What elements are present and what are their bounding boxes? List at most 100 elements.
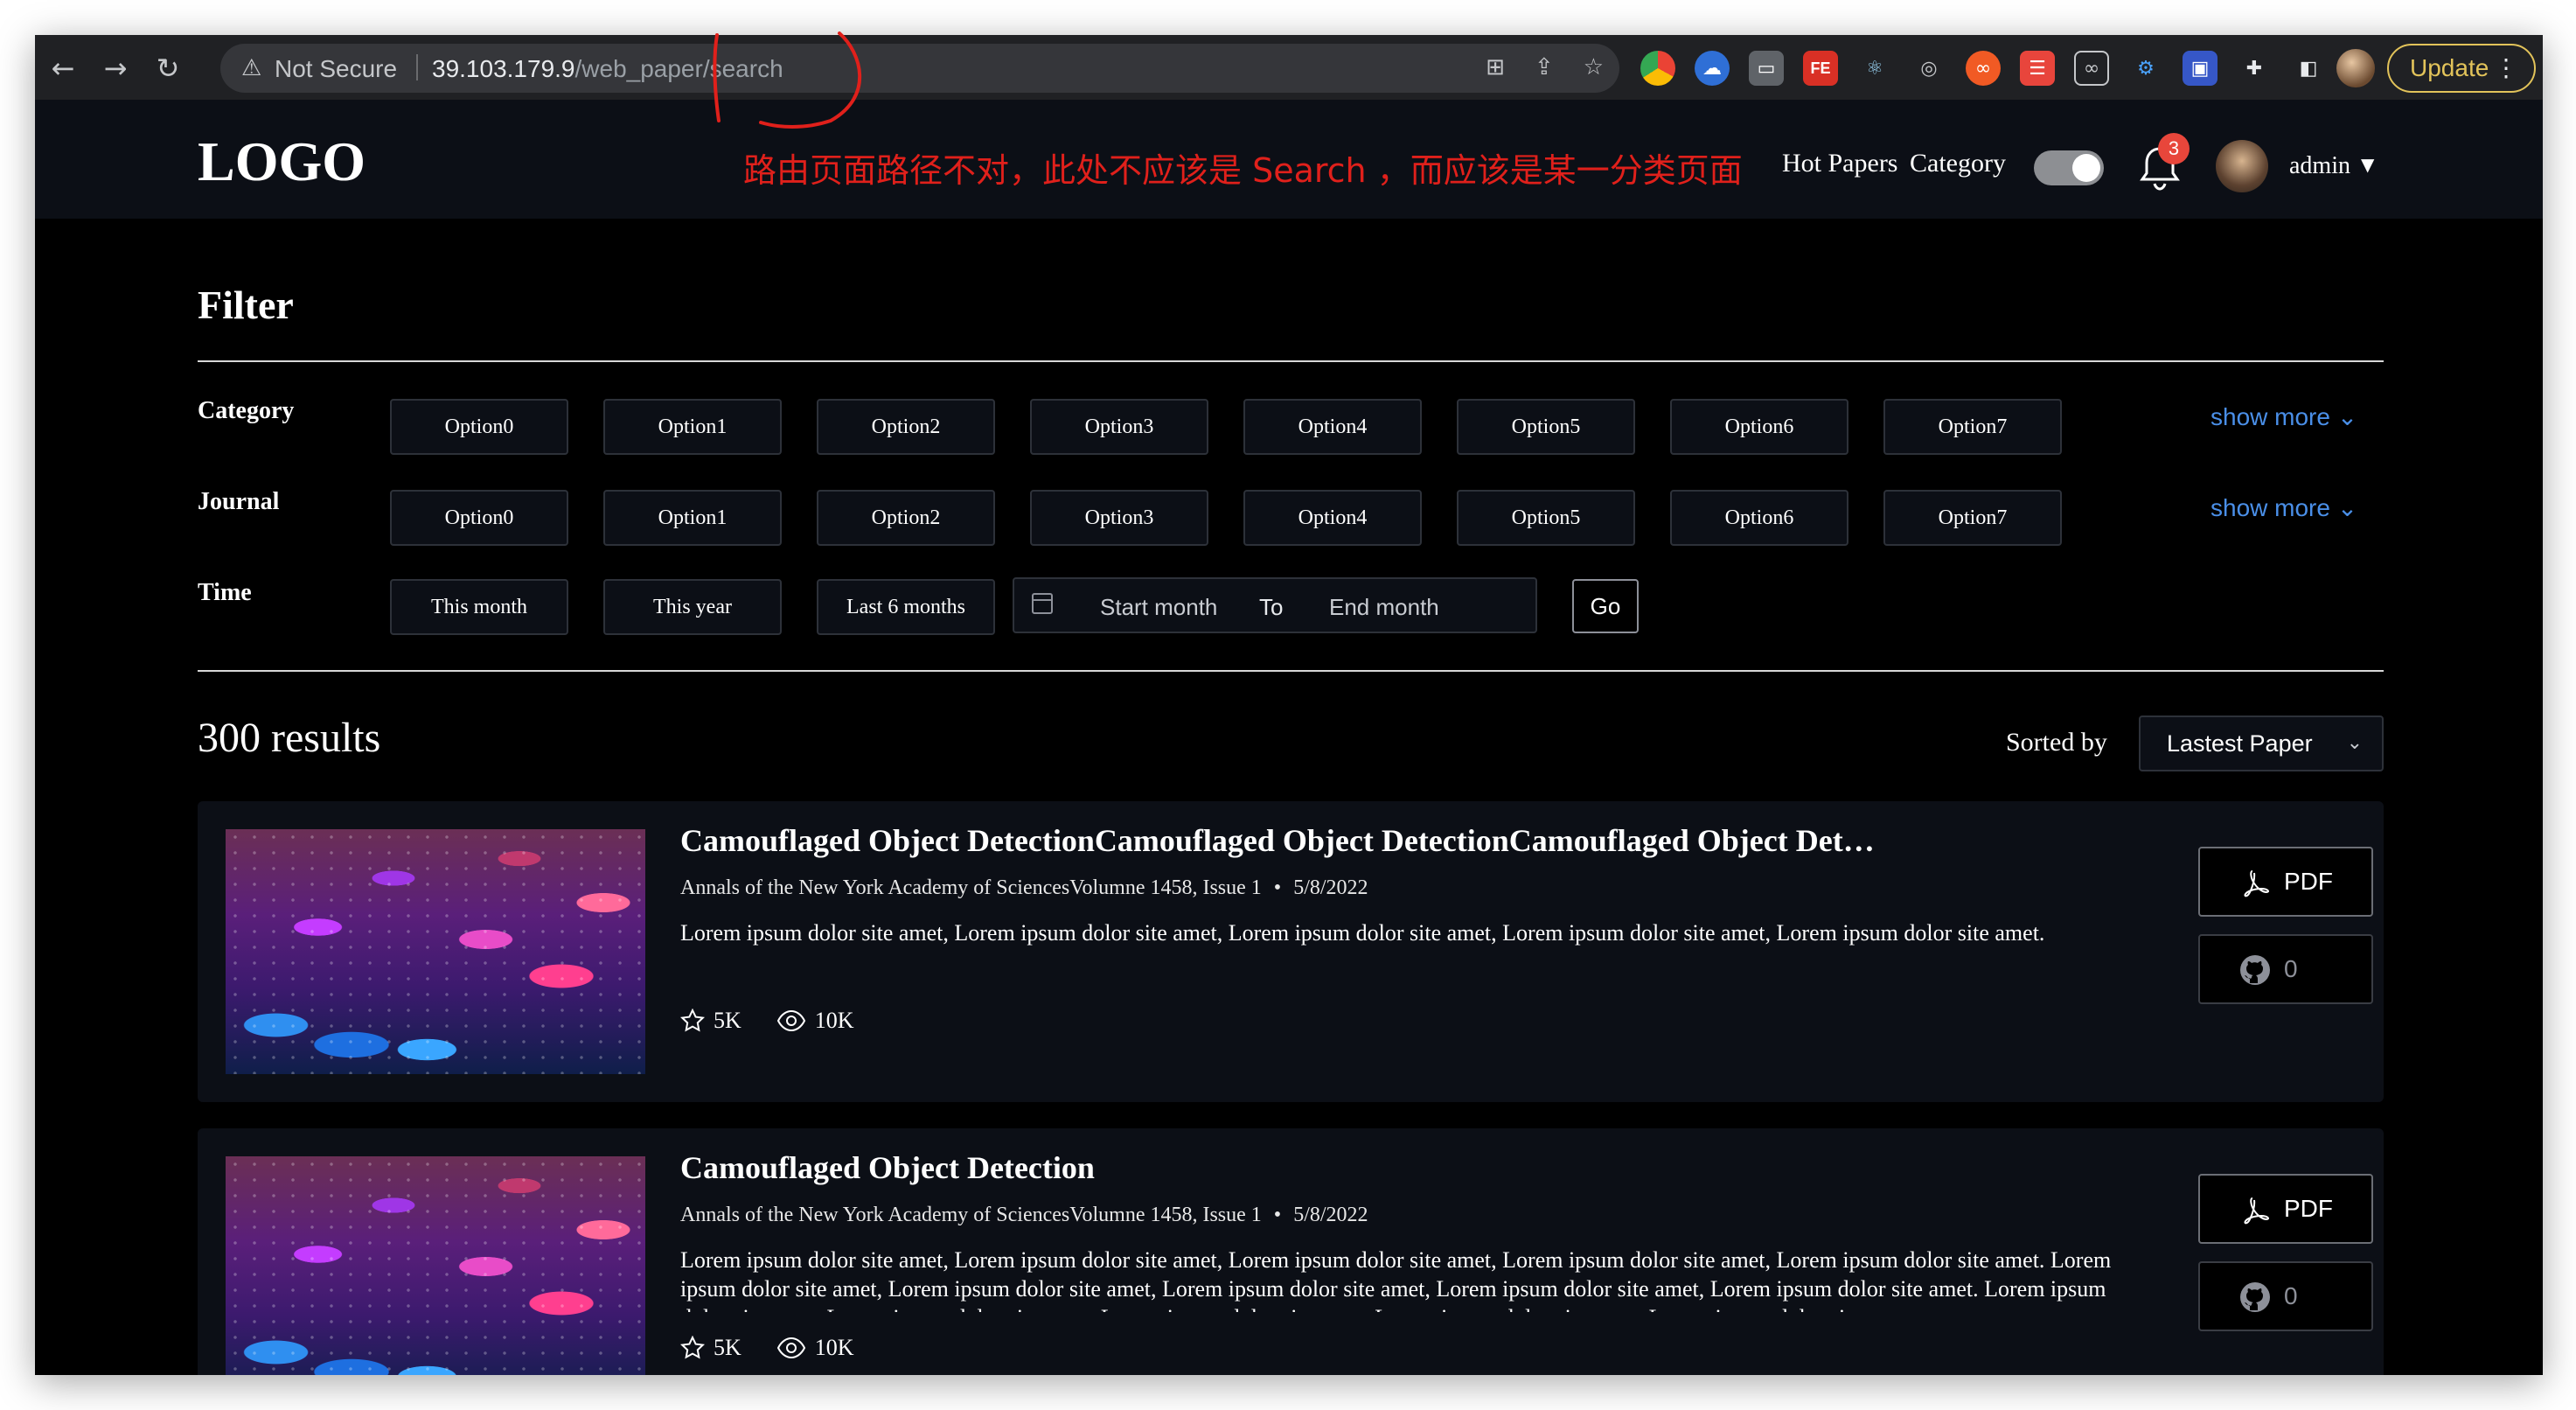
- paper-card[interactable]: Camouflaged Object Detection Annals of t…: [198, 1128, 2384, 1375]
- update-button[interactable]: Update ⋮: [2387, 44, 2536, 93]
- category-option[interactable]: Option7: [1883, 399, 2062, 455]
- more-menu-icon[interactable]: ⋮: [2494, 45, 2518, 91]
- chevron-down-icon: ⌄: [2346, 732, 2363, 754]
- user-avatar[interactable]: [2216, 140, 2268, 192]
- bookmark-star-icon[interactable]: ☆: [1584, 54, 1604, 82]
- github-count: 0: [2284, 1282, 2298, 1309]
- pdf-icon: [2244, 1197, 2269, 1225]
- views-count: 10K: [814, 1008, 854, 1033]
- github-button[interactable]: 0: [2198, 1261, 2373, 1331]
- category-option[interactable]: Option3: [1030, 399, 1208, 455]
- devtools-extension-icon[interactable]: ⚙: [2128, 51, 2163, 86]
- paper-title[interactable]: Camouflaged Object DetectionCamouflaged …: [680, 822, 1878, 859]
- category-option[interactable]: Option4: [1243, 399, 1422, 455]
- site-logo[interactable]: LOGO: [198, 129, 366, 194]
- meta-dot-separator: •: [1273, 876, 1282, 899]
- pdf-icon: [2244, 870, 2269, 897]
- meta-dot-separator: •: [1273, 1204, 1282, 1226]
- forward-icon[interactable]: →: [96, 49, 135, 87]
- category-option[interactable]: Option6: [1670, 399, 1848, 455]
- calendar-icon: [1032, 593, 1053, 614]
- user-menu-caret-icon[interactable]: ▼: [2361, 154, 2374, 175]
- category-show-more[interactable]: show more ⌄: [2210, 402, 2357, 431]
- time-label: Time: [198, 579, 252, 606]
- stars-stat[interactable]: 5K: [680, 1008, 741, 1034]
- share-icon[interactable]: ⇪: [1535, 54, 1554, 82]
- github-icon: [2240, 955, 2270, 985]
- github-button[interactable]: 0: [2198, 934, 2373, 1004]
- paper-stats: 5K 10K: [680, 1008, 854, 1034]
- pdf-button[interactable]: PDF: [2198, 847, 2373, 917]
- journal-option[interactable]: Option3: [1030, 490, 1208, 546]
- paper-date: 5/8/2022: [1293, 1204, 1368, 1226]
- page-content: LOGO 路由页面路径不对，此处不应该是 Search ，而应该是某一分类页面 …: [35, 100, 2543, 1375]
- start-month-input[interactable]: Start month: [1100, 594, 1217, 621]
- paper-date: 5/8/2022: [1293, 876, 1368, 899]
- star-icon: [680, 1336, 705, 1359]
- pdf-button[interactable]: PDF: [2198, 1174, 2373, 1244]
- address-bar[interactable]: ⚠ Not Secure 39.103.179.9/web_paper/sear…: [220, 44, 1619, 93]
- sidepanel-icon[interactable]: ◧: [2291, 51, 2326, 86]
- month-range-picker[interactable]: Start month To End month: [1013, 577, 1537, 633]
- notification-badge: 3: [2158, 133, 2190, 164]
- puzzle-extension-icon[interactable]: ✚: [2237, 51, 2272, 86]
- category-option[interactable]: Option1: [603, 399, 782, 455]
- paper-title[interactable]: Camouflaged Object Detection: [680, 1149, 1878, 1186]
- paper-meta: Annals of the New York Academy of Scienc…: [680, 876, 1368, 900]
- paper-thumbnail[interactable]: [226, 829, 645, 1074]
- time-option[interactable]: Last 6 months: [817, 579, 995, 635]
- square-extension-icon[interactable]: ▣: [2183, 51, 2217, 86]
- github-icon: [2240, 1282, 2270, 1312]
- infinity-extension-icon[interactable]: ∞: [1966, 51, 2001, 86]
- end-month-input[interactable]: End month: [1329, 594, 1439, 621]
- category-option[interactable]: Option0: [390, 399, 568, 455]
- star-icon: [680, 1009, 705, 1032]
- update-label: Update: [2410, 54, 2489, 81]
- journal-option[interactable]: Option2: [817, 490, 995, 546]
- paper-stats: 5K 10K: [680, 1335, 854, 1361]
- annotation-mark: [713, 31, 862, 129]
- target-extension-icon[interactable]: ◎: [1911, 51, 1946, 86]
- time-option[interactable]: This month: [390, 579, 568, 635]
- nav-hot-papers[interactable]: Hot Papers: [1782, 149, 1897, 178]
- journal-option[interactable]: Option1: [603, 490, 782, 546]
- category-label: Category: [198, 397, 295, 424]
- results-divider: [198, 670, 2384, 672]
- chrome-extension-icon[interactable]: [1640, 51, 1675, 86]
- reload-icon[interactable]: ↻: [149, 49, 187, 87]
- user-name[interactable]: admin: [2289, 152, 2350, 180]
- github-count: 0: [2284, 955, 2298, 982]
- paper-meta: Annals of the New York Academy of Scienc…: [680, 1204, 1368, 1227]
- stars-stat[interactable]: 5K: [680, 1335, 741, 1361]
- react-extension-icon[interactable]: ⚛: [1857, 51, 1892, 86]
- category-option[interactable]: Option5: [1457, 399, 1635, 455]
- journal-option[interactable]: Option6: [1670, 490, 1848, 546]
- journal-option[interactable]: Option5: [1457, 490, 1635, 546]
- glasses-extension-icon[interactable]: ∞: [2074, 51, 2109, 86]
- go-button[interactable]: Go: [1572, 579, 1639, 633]
- category-option[interactable]: Option2: [817, 399, 995, 455]
- range-to-label: To: [1259, 594, 1284, 620]
- views-count: 10K: [814, 1335, 854, 1360]
- review-annotation: 路由页面路径不对，此处不应该是 Search ，而应该是某一分类页面: [743, 151, 1743, 190]
- paper-card[interactable]: Camouflaged Object DetectionCamouflaged …: [198, 801, 2384, 1102]
- window-extension-icon[interactable]: ▭: [1749, 51, 1784, 86]
- paper-thumbnail[interactable]: [226, 1156, 645, 1375]
- nav-category[interactable]: Category: [1910, 149, 2006, 178]
- fe-extension-icon[interactable]: FE: [1803, 51, 1838, 86]
- journal-option[interactable]: Option7: [1883, 490, 2062, 546]
- time-option[interactable]: This year: [603, 579, 782, 635]
- journal-option[interactable]: Option0: [390, 490, 568, 546]
- theme-toggle[interactable]: [2034, 150, 2104, 185]
- cloud-extension-icon[interactable]: ☁: [1695, 51, 1730, 86]
- browser-window: ← → ↻ ⚠ Not Secure 39.103.179.9/web_pape…: [35, 35, 2543, 1375]
- journal-show-more[interactable]: show more ⌄: [2210, 493, 2357, 522]
- back-icon[interactable]: ←: [44, 49, 82, 87]
- translate-icon[interactable]: ⊞: [1486, 54, 1505, 82]
- not-secure-label: Not Secure: [275, 55, 398, 82]
- browser-profile-avatar[interactable]: [2336, 49, 2375, 87]
- journal-option[interactable]: Option4: [1243, 490, 1422, 546]
- toggle-knob: [2072, 154, 2100, 182]
- notes-extension-icon[interactable]: ☰: [2020, 51, 2055, 86]
- sort-select[interactable]: Lastest Paper ⌄: [2139, 715, 2384, 771]
